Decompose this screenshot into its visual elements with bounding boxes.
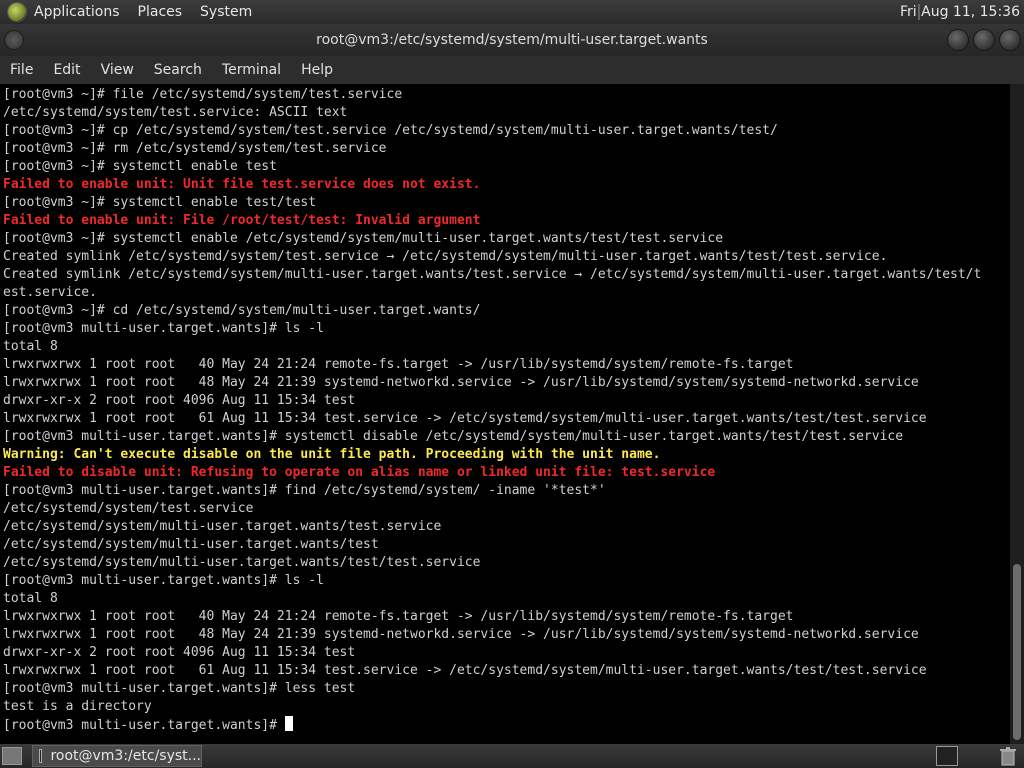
clock[interactable]: Fri Aug 11, 15:36 [900,4,1020,20]
terminal-line: [root@vm3 ~]# file /etc/systemd/system/t… [3,87,403,102]
terminal-line: [root@vm3 ~]# cp /etc/systemd/system/tes… [3,123,778,138]
terminal-line: [root@vm3 ~]# cd /etc/systemd/system/mul… [3,303,481,318]
terminal-output[interactable]: [root@vm3 ~]# file /etc/systemd/system/t… [0,84,1010,744]
menu-terminal[interactable]: Terminal [212,62,291,78]
applications-menu[interactable]: Applications [34,4,120,20]
terminal-line: lrwxrwxrwx 1 root root 61 Aug 11 15:34 t… [3,663,927,678]
window-title: root@vm3:/etc/systemd/system/multi-user.… [316,32,708,48]
close-button[interactable] [1000,30,1020,50]
scrollbar-thumb[interactable] [1013,564,1021,740]
terminal-menubar: File Edit View Search Terminal Help [0,56,1024,84]
distro-logo-icon[interactable] [8,3,26,21]
trash-icon[interactable] [996,746,1020,766]
terminal-line: drwxr-xr-x 2 root root 4096 Aug 11 15:34… [3,393,356,408]
terminal-lines: [root@vm3 ~]# file /etc/systemd/system/t… [3,86,1010,716]
terminal-line: total 8 [3,591,58,606]
menu-file[interactable]: File [0,62,43,78]
terminal-scrollbar[interactable] [1010,84,1024,744]
terminal-line: total 8 [3,339,58,354]
taskbar-terminal-button[interactable]: root@vm3:/etc/syst... [32,745,202,767]
terminal-prompt: [root@vm3 multi-user.target.wants]# [3,718,285,733]
text-cursor [284,716,293,731]
terminal-line: [root@vm3 ~]# systemctl enable /etc/syst… [3,231,724,246]
show-desktop-icon[interactable] [2,747,22,765]
top-panel: Applications Places System Fri Aug 11, 1… [0,0,1024,24]
terminal-icon [39,749,43,763]
terminal-line: [root@vm3 multi-user.target.wants]# ls -… [3,321,324,336]
terminal-error-line: Failed to enable unit: File /root/test/t… [3,213,481,228]
menu-search[interactable]: Search [144,62,212,78]
terminal-line: lrwxrwxrwx 1 root root 48 May 24 21:39 s… [3,627,919,642]
menu-edit[interactable]: Edit [43,62,90,78]
terminal-line: [root@vm3 multi-user.target.wants]# less… [3,681,356,696]
terminal-line: test is a directory [3,699,152,714]
terminal-line: lrwxrwxrwx 1 root root 61 Aug 11 15:34 t… [3,411,927,426]
terminal-prompt-line[interactable]: [root@vm3 multi-user.target.wants]# [3,716,1010,734]
terminal-line: Created symlink /etc/systemd/system/mult… [3,267,982,282]
terminal-line: [root@vm3 ~]# systemctl enable test/test [3,195,317,210]
minimize-button[interactable] [948,30,968,50]
terminal-line: [root@vm3 ~]# systemctl enable test [3,159,277,174]
terminal-line: Created symlink /etc/systemd/system/test… [3,249,888,264]
terminal-line: drwxr-xr-x 2 root root 4096 Aug 11 15:34… [3,645,356,660]
window-menu-icon[interactable] [4,30,24,50]
workspace-switcher[interactable] [936,746,958,766]
terminal-line: /etc/systemd/system/test.service: ASCII … [3,105,348,120]
system-menu[interactable]: System [200,4,252,20]
menu-help[interactable]: Help [291,62,343,78]
menu-view[interactable]: View [91,62,144,78]
terminal-line: /etc/systemd/system/multi-user.target.wa… [3,555,481,570]
terminal-error-line: Failed to disable unit: Refusing to oper… [3,465,716,480]
bottom-panel: root@vm3:/etc/syst... [0,744,1024,768]
terminal-line: lrwxrwxrwx 1 root root 40 May 24 21:24 r… [3,609,794,624]
terminal-warning-line: Warning: Can't execute disable on the un… [3,447,661,462]
terminal-line: [root@vm3 multi-user.target.wants]# ls -… [3,573,324,588]
terminal-error-line: Failed to enable unit: Unit file test.se… [3,177,481,192]
terminal-line: lrwxrwxrwx 1 root root 48 May 24 21:39 s… [3,375,919,390]
terminal-line: lrwxrwxrwx 1 root root 40 May 24 21:24 r… [3,357,794,372]
places-menu[interactable]: Places [138,4,183,20]
maximize-button[interactable] [974,30,994,50]
terminal-line: /etc/systemd/system/multi-user.target.wa… [3,537,379,552]
terminal-line: /etc/systemd/system/test.service [3,501,254,516]
window-titlebar[interactable]: root@vm3:/etc/systemd/system/multi-user.… [0,24,1024,56]
terminal-line: [root@vm3 multi-user.target.wants]# find… [3,483,606,498]
taskbar-terminal-label: root@vm3:/etc/syst... [50,748,201,764]
terminal-line: /etc/systemd/system/multi-user.target.wa… [3,519,442,534]
terminal-line: [root@vm3 ~]# rm /etc/systemd/system/tes… [3,141,387,156]
terminal-line: [root@vm3 multi-user.target.wants]# syst… [3,429,904,444]
terminal-line: est.service. [3,285,97,300]
